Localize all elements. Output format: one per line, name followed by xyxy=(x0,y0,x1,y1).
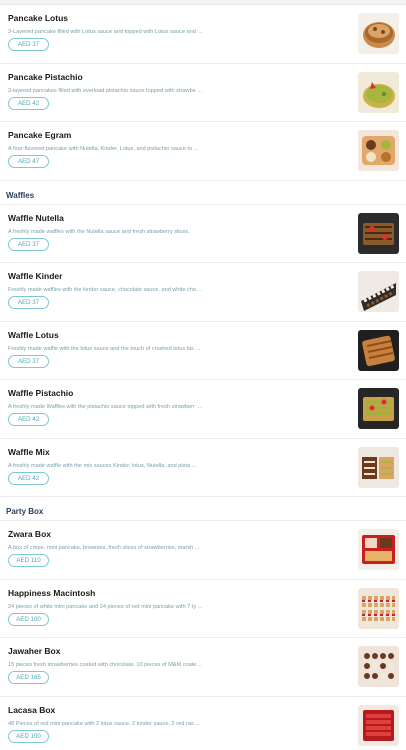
waffle-nutella-photo[interactable] xyxy=(358,212,399,254)
menu-item[interactable]: Waffle Mix A freshly made waffle with th… xyxy=(0,439,406,497)
item-name: Waffle Nutella xyxy=(8,212,64,223)
item-description: 3-Layered pancake filled with Lotus sauc… xyxy=(8,29,204,35)
waffle-mix-photo[interactable] xyxy=(358,446,399,488)
item-name: Waffle Pistachio xyxy=(8,388,74,398)
price-button[interactable]: AED 37 xyxy=(8,296,49,309)
menu-item[interactable]: Waffle Kinder Freshly made waffles with … xyxy=(0,263,406,322)
price-button[interactable]: AED 42 xyxy=(8,96,49,110)
item-description: Freshly made waffles with the kinder sau… xyxy=(8,287,204,293)
waffle-kinder-photo[interactable] xyxy=(358,271,399,312)
price-button[interactable]: AED 100 xyxy=(8,612,49,626)
price-button[interactable]: AED 47 xyxy=(8,155,49,168)
item-name: Pancake Lotus xyxy=(8,13,68,23)
zwara-box-photo[interactable] xyxy=(358,529,399,570)
item-description: 48 Pieces of red mini pancake with 2 lot… xyxy=(8,720,200,727)
lacasa-box-photo[interactable] xyxy=(358,704,399,746)
price-button[interactable]: AED 42 xyxy=(8,471,49,485)
item-name: Happiness Macintosh xyxy=(8,587,96,598)
item-name: Zwara Box xyxy=(8,529,51,539)
section-title-waffles: Waffles xyxy=(0,181,406,205)
happiness-macintosh-photo[interactable] xyxy=(358,587,399,629)
item-description: 24 pieces of white mini pancake and 24 p… xyxy=(8,603,203,610)
menu-item[interactable]: Pancake Lotus 3-Layered pancake filled w… xyxy=(0,5,406,64)
item-name: Jawaher Box xyxy=(8,646,61,656)
item-description: A freshly made waffles with the Nutella … xyxy=(8,228,190,235)
item-description: A freshly made waffle with the mix sauce… xyxy=(8,462,197,469)
item-description: 15 pieces fresh strawberries coated with… xyxy=(8,662,204,668)
price-button[interactable]: AED 42 xyxy=(8,413,49,426)
jawaher-box-photo[interactable] xyxy=(358,646,399,687)
item-description: Freshly made waffle with the lotus sauce… xyxy=(8,345,201,352)
menu-item[interactable]: Pancake Egram A four-flavored pancake wi… xyxy=(0,122,406,181)
waffle-pistachio-photo[interactable] xyxy=(358,388,399,429)
menu-item[interactable]: Pancake Pistachio 3-layered pancakes fil… xyxy=(0,64,406,122)
item-name: Waffle Lotus xyxy=(8,329,59,340)
price-button[interactable]: AED 100 xyxy=(8,729,49,743)
item-description: A freshly made Waffles with the pistachi… xyxy=(8,404,202,410)
menu-item[interactable]: Waffle Nutella A freshly made waffles wi… xyxy=(0,205,406,263)
item-description: 3-layered pancakes filled with overload … xyxy=(8,87,203,94)
item-name: Lacasa Box xyxy=(8,704,56,715)
price-button[interactable]: AED 165 xyxy=(8,671,49,684)
price-button[interactable]: AED 37 xyxy=(8,354,49,368)
pancake-pistachio-photo[interactable] xyxy=(358,71,399,113)
price-button[interactable]: AED 37 xyxy=(8,38,49,51)
item-name: Waffle Mix xyxy=(8,446,50,457)
price-button[interactable]: AED 110 xyxy=(8,554,49,567)
menu-item[interactable]: Lacasa Box 48 Pieces of red mini pancake… xyxy=(0,697,406,750)
menu-item[interactable]: Happiness Macintosh 24 pieces of white m… xyxy=(0,580,406,638)
menu-item[interactable]: Waffle Lotus Freshly made waffle with th… xyxy=(0,322,406,380)
item-name: Pancake Pistachio xyxy=(8,71,83,82)
item-description: A box of crepe, mini pancake, brownies, … xyxy=(8,545,200,551)
pancake-lotus-photo[interactable] xyxy=(358,13,399,54)
section-title-party-box: Party Box xyxy=(0,497,406,521)
menu-item[interactable]: Waffle Pistachio A freshly made Waffles … xyxy=(0,380,406,439)
item-description: A four-flavored pancake with Nutella, Ki… xyxy=(8,146,199,152)
price-button[interactable]: AED 37 xyxy=(8,237,49,251)
waffle-lotus-photo[interactable] xyxy=(358,329,399,371)
menu-item[interactable]: Zwara Box A box of crepe, mini pancake, … xyxy=(0,521,406,580)
pancake-egram-photo[interactable] xyxy=(358,130,399,171)
item-name: Waffle Kinder xyxy=(8,271,63,281)
menu-item[interactable]: Jawaher Box 15 pieces fresh strawberries… xyxy=(0,638,406,697)
item-name: Pancake Egram xyxy=(8,130,72,140)
